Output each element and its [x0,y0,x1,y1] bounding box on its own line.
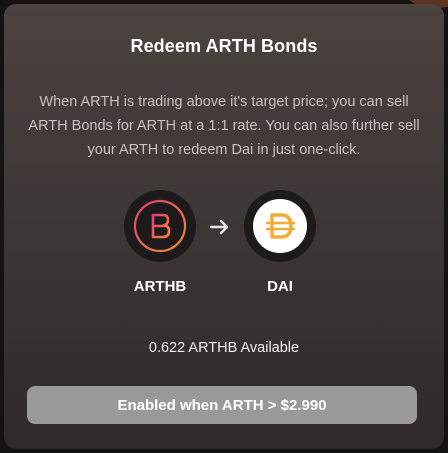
to-token: DAI [244,190,316,302]
arthb-token-icon [124,190,196,262]
from-token-symbol: ARTHB [133,278,187,295]
redeem-modal: Redeem ARTH Bonds When ARTH is trading a… [4,4,444,449]
to-token-symbol: DAI [267,278,293,295]
available-balance: 0.622 ARTHB Available [148,340,300,356]
redeem-button[interactable]: Enabled when ARTH > $2.990 [27,386,417,424]
from-token: ARTHB [124,190,196,302]
dai-token-icon [244,190,316,262]
arrow-right-icon [209,219,229,235]
modal-description: When ARTH is trading above it's target p… [28,94,420,158]
modal-title: Redeem ARTH Bonds [130,36,318,56]
